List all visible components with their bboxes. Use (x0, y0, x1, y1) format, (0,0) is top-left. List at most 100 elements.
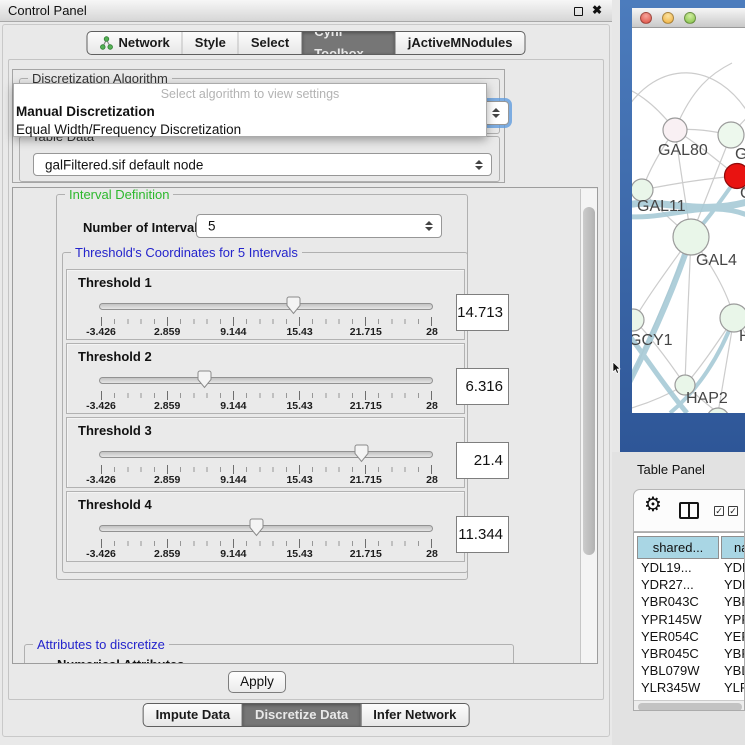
float-window-icon[interactable] (574, 7, 583, 16)
checkbox-icon[interactable]: ✓ (714, 506, 724, 516)
threshold-slider[interactable] (101, 296, 431, 318)
threshold-value-field[interactable]: 11.344 (456, 516, 509, 553)
slider-track[interactable] (99, 525, 433, 532)
node-gal4[interactable] (673, 219, 709, 255)
table-row[interactable]: YBL079WYBL0 (634, 663, 745, 680)
tab-label: Discretize Data (255, 704, 348, 726)
number-of-intervals-label: Number of Intervals (83, 220, 205, 235)
table-row[interactable]: YLR345W YLR3 (634, 680, 745, 697)
table-row[interactable]: YBR045CYBR0 (634, 646, 745, 663)
node-gal80[interactable] (663, 118, 687, 142)
close-traffic-light-icon[interactable] (640, 12, 652, 24)
thresholds-group: Threshold's Coordinates for 5 Intervals … (62, 252, 468, 573)
table-row[interactable]: YDL19...YDL1 (634, 560, 745, 577)
tick-label: 2.859 (145, 548, 189, 560)
table-cell: YDR27... (641, 577, 694, 592)
node-gcy1[interactable] (632, 309, 644, 331)
slider-track[interactable] (99, 303, 433, 310)
threshold-slider[interactable] (101, 370, 431, 392)
tick-label: 9.144 (211, 548, 255, 560)
threshold-slider[interactable] (101, 444, 431, 466)
network-graph: GAL80 GA C GAL11 GAL4 GCY1 H HAP2 (632, 28, 745, 413)
table-row[interactable]: YDR27...YDR2 (634, 577, 745, 594)
number-of-intervals-combobox[interactable]: 5 (196, 214, 442, 238)
table-data-combobox[interactable]: galFiltered.sif default node (33, 153, 492, 176)
network-window-titlebar[interactable] (632, 8, 745, 28)
tab-label: Network (119, 32, 170, 54)
zoom-traffic-light-icon[interactable] (684, 12, 696, 24)
node-attribute-table[interactable]: shared... na YDL19...YDL1YDR27...YDR2YBR… (633, 532, 745, 711)
node-label: GAL80 (658, 142, 708, 159)
tab-style[interactable]: Style (182, 32, 238, 54)
slider-thumb[interactable] (354, 444, 369, 463)
tick-label: -3.426 (79, 326, 123, 338)
close-icon[interactable]: ✖ (592, 3, 602, 17)
threshold-slider[interactable] (101, 518, 431, 540)
table-row[interactable]: YPR145WYPR1 (634, 612, 745, 629)
tick-label: 21.715 (344, 400, 388, 412)
tab-jactivemnodules[interactable]: jActiveMNodules (395, 32, 525, 54)
tab-network[interactable]: Network (88, 32, 182, 54)
table-data-value: galFiltered.sif default node (45, 157, 203, 172)
algorithm-dropdown-popup: Select algorithm to view settings Manual… (13, 83, 487, 137)
threshold-value-field[interactable]: 6.316 (456, 368, 509, 405)
minimize-traffic-light-icon[interactable] (662, 12, 674, 24)
panel-divider (612, 0, 620, 452)
table-horizontal-scrollbar[interactable] (634, 700, 744, 711)
slider-thumb[interactable] (286, 296, 301, 315)
slider-thumb[interactable] (197, 370, 212, 389)
settings-scrollbar-thumb[interactable] (583, 207, 595, 555)
table-row[interactable]: YER054CYER0 (634, 629, 745, 646)
mouse-cursor (612, 362, 621, 374)
tick-label: 15.43 (278, 326, 322, 338)
tick-label: 15.43 (278, 548, 322, 560)
tab-label: Impute Data (156, 704, 230, 726)
node-label: GAL4 (696, 252, 737, 269)
threshold-label: Threshold 3 (78, 423, 152, 438)
column-header-name[interactable]: na (721, 536, 745, 559)
table-rows: YDL19...YDL1YDR27...YDR2YBR043CYBR0YPR14… (634, 560, 745, 711)
tick-labels: -3.4262.8599.14415.4321.71528 (101, 326, 432, 338)
tab-impute-data[interactable]: Impute Data (144, 704, 242, 726)
network-view[interactable]: GAL80 GA C GAL11 GAL4 GCY1 H HAP2 (632, 28, 745, 413)
group-title: Threshold's Coordinates for 5 Intervals (71, 245, 302, 260)
tick-label: 15.43 (278, 474, 322, 486)
table-scrollbar-thumb[interactable] (638, 703, 742, 711)
node-ga[interactable] (718, 122, 744, 148)
interval-definition-group: Interval Definition Number of Intervals … (56, 194, 468, 580)
tab-infer-network[interactable]: Infer Network (360, 704, 468, 726)
number-of-intervals-value: 5 (208, 219, 216, 234)
tab-select[interactable]: Select (238, 32, 301, 54)
dropdown-option-manual[interactable]: Manual Discretization (14, 103, 486, 121)
table-cell: YBR043C (641, 594, 699, 609)
threshold-value-field[interactable]: 21.4 (456, 442, 509, 479)
table-panel-title: Table Panel (637, 462, 705, 477)
node-bottom[interactable] (707, 408, 729, 413)
threshold-value-field[interactable]: 14.713 (456, 294, 509, 331)
table-toolbar: ⚙ ✓ ✓ (633, 489, 745, 532)
tick-labels: -3.4262.8599.14415.4321.71528 (101, 548, 432, 560)
control-panel-title: Control Panel (8, 3, 87, 18)
slider-track[interactable] (99, 451, 433, 458)
table-cell: YER054C (641, 629, 699, 644)
control-panel-tabbar: Network Style Select Cyni Toolbox jActiv… (87, 31, 526, 55)
columns-icon[interactable] (679, 502, 699, 519)
tab-cyni-toolbox[interactable]: Cyni Toolbox (301, 32, 395, 54)
network-icon (100, 36, 114, 50)
threshold-row: Threshold 2 -3.4262.8599.14415.4321.7152… (66, 343, 465, 414)
apply-button[interactable]: Apply (228, 671, 286, 693)
checkbox-icon[interactable]: ✓ (728, 506, 738, 516)
table-cell: YBL0 (724, 663, 745, 678)
combo-arrows-icon (425, 221, 433, 231)
settings-scrollbar[interactable] (580, 189, 597, 663)
table-data-group: Table Data galFiltered.sif default node (19, 136, 500, 182)
slider-track[interactable] (99, 377, 433, 384)
table-cell: YLR3 (724, 680, 745, 695)
slider-thumb[interactable] (249, 518, 264, 537)
tab-discretize-data[interactable]: Discretize Data (242, 704, 360, 726)
dropdown-option-equal-width[interactable]: Equal Width/Frequency Discretization (14, 121, 486, 139)
gear-icon[interactable]: ⚙ (644, 495, 662, 515)
column-header-shared[interactable]: shared... (637, 536, 719, 559)
table-row[interactable]: YBR043CYBR0 (634, 594, 745, 611)
table-cell: YLR345W (641, 680, 700, 695)
